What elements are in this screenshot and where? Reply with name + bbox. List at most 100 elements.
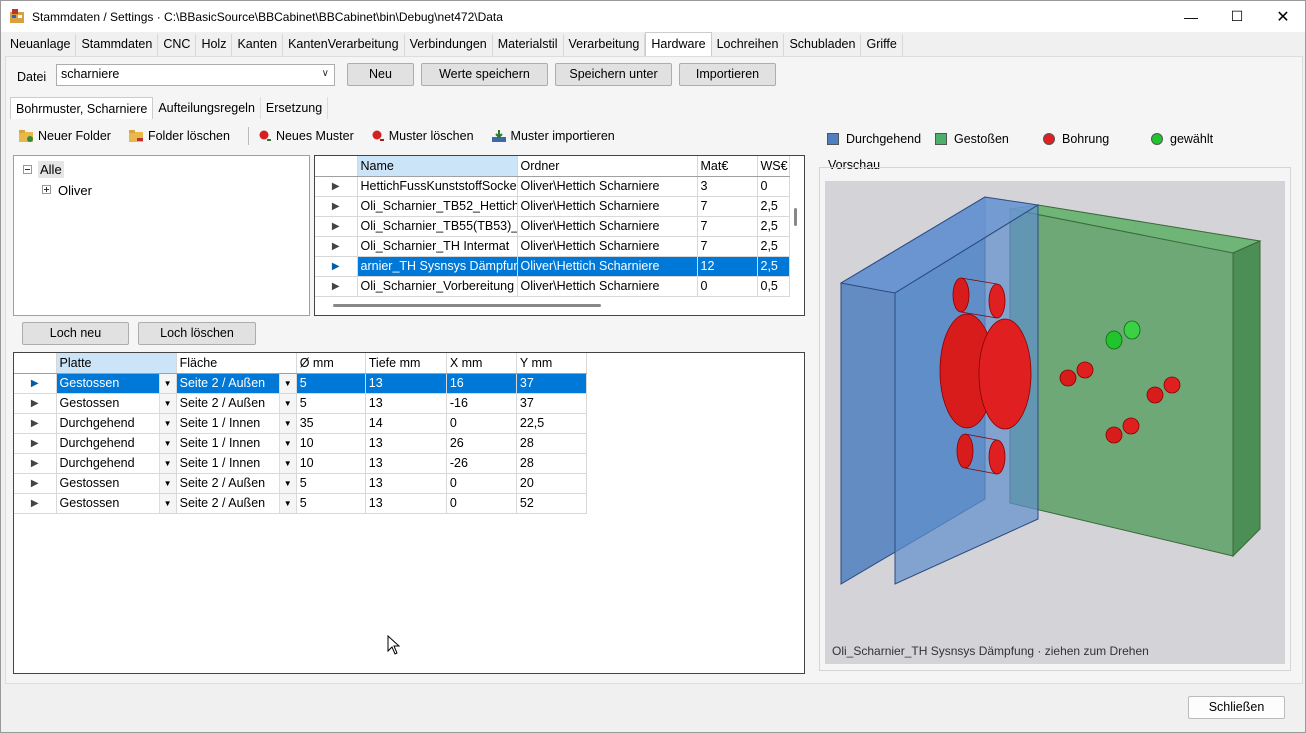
table-row[interactable]: ▶ Gestossen ▼ Seite 2 / Außen ▼ 5 13 -16 37 [14, 393, 588, 414]
table-cell[interactable]: 10 [296, 453, 366, 474]
vertical-scrollbar[interactable] [794, 208, 797, 226]
table-cell[interactable]: 0 [757, 176, 790, 197]
table-cell[interactable]: -16 [446, 393, 517, 414]
column-header[interactable]: Ordner [517, 156, 698, 177]
row-pointer-icon[interactable]: ▶ [315, 176, 358, 197]
tab-materialstil[interactable]: Materialstil [492, 34, 564, 56]
table-cell[interactable]: 5 [296, 373, 366, 394]
table-row[interactable]: ▶ Durchgehend ▼ Seite 1 / Innen ▼ 35 14 0 22,5 [14, 413, 588, 434]
table-cell[interactable]: 7 [697, 216, 758, 237]
row-pointer-icon[interactable]: ▶ [315, 196, 358, 217]
table-cell[interactable]: 5 [296, 473, 366, 494]
row-pointer-icon[interactable]: ▶ [14, 473, 57, 494]
table-cell[interactable]: Oliver\Hettich Scharniere [517, 256, 698, 277]
dropdown-arrow-icon[interactable]: ▼ [278, 493, 296, 512]
table-cell[interactable]: 28 [516, 433, 588, 454]
tab-griffe[interactable]: Griffe [861, 34, 903, 56]
row-pointer-icon[interactable]: ▶ [14, 493, 57, 514]
row-pointer-icon[interactable]: ▶ [14, 393, 57, 414]
dropdown-cell[interactable]: Seite 1 / Innen ▼ [176, 433, 297, 454]
dropdown-arrow-icon[interactable]: ▼ [278, 453, 296, 472]
table-cell[interactable]: 13 [365, 373, 447, 394]
dropdown-cell[interactable]: Durchgehend ▼ [56, 453, 177, 474]
table-row[interactable]: ▶ Oli_Scharnier_TH Intermat Oliver\Hettich… [315, 236, 790, 257]
row-pointer-icon[interactable]: ▶ [14, 433, 57, 454]
folder-loeschen-button[interactable]: Folder löschen [128, 129, 230, 143]
table-cell[interactable]: Oliver\Hettich Scharniere [517, 196, 698, 217]
table-row[interactable]: ▶ Oli_Scharnier_TB52_Hettich Oliver\Hettic… [315, 196, 790, 217]
table-cell[interactable]: 13 [365, 393, 447, 414]
table-cell[interactable]: 12 [697, 256, 758, 277]
row-pointer-icon[interactable]: ▶ [315, 216, 358, 237]
table-row[interactable]: ▶ Durchgehend ▼ Seite 1 / Innen ▼ 10 13 -26 28 [14, 453, 588, 474]
tab-hardware[interactable]: Hardware [645, 32, 712, 56]
table-cell[interactable]: 2,5 [757, 236, 790, 257]
dropdown-arrow-icon[interactable]: ▼ [158, 453, 176, 472]
tab-kanten[interactable]: Kanten [232, 34, 284, 56]
expand-icon[interactable] [42, 185, 52, 195]
werte-speichern-button[interactable]: Werte speichern [421, 63, 548, 86]
neu-button[interactable]: Neu [347, 63, 414, 86]
table-cell[interactable]: 35 [296, 413, 366, 434]
column-header[interactable]: Tiefe mm [365, 353, 447, 374]
table-cell[interactable]: 0 [446, 493, 517, 514]
table-cell[interactable]: 7 [697, 236, 758, 257]
column-header[interactable]: Name [357, 156, 518, 177]
neuer-folder-button[interactable]: Neuer Folder [19, 129, 111, 143]
dropdown-cell[interactable]: Seite 1 / Innen ▼ [176, 453, 297, 474]
dropdown-cell[interactable]: Seite 1 / Innen ▼ [176, 413, 297, 434]
dropdown-arrow-icon[interactable]: ▼ [158, 493, 176, 512]
tab-schubladen[interactable]: Schubladen [784, 34, 862, 56]
importieren-button[interactable]: Importieren [679, 63, 776, 86]
table-cell[interactable]: 37 [516, 373, 588, 394]
table-cell[interactable]: Oliver\Hettich Scharniere [517, 276, 698, 297]
tab-verbindungen[interactable]: Verbindungen [404, 34, 493, 56]
tab-kantenverarbeitung[interactable]: KantenVerarbeitung [283, 34, 405, 56]
speichern-unter-button[interactable]: Speichern unter [555, 63, 672, 86]
dropdown-cell[interactable]: Durchgehend ▼ [56, 413, 177, 434]
dropdown-arrow-icon[interactable]: ▼ [158, 433, 176, 452]
tab-lochreihen[interactable]: Lochreihen [711, 34, 785, 56]
table-cell[interactable]: 13 [365, 493, 447, 514]
table-cell[interactable]: 7 [697, 196, 758, 217]
column-header[interactable]: WS€ [757, 156, 790, 177]
maximize-icon[interactable]: ☐ [1214, 1, 1260, 32]
schliessen-button[interactable]: Schließen [1188, 696, 1285, 719]
table-row[interactable]: ▶ arnier_TH Sysnsys Dämpfung Oliver\Hettic… [315, 256, 790, 277]
dropdown-cell[interactable]: Gestossen ▼ [56, 493, 177, 514]
dropdown-cell[interactable]: Durchgehend ▼ [56, 433, 177, 454]
datei-combobox[interactable]: scharniere ∨ [56, 64, 335, 86]
dropdown-cell[interactable]: Gestossen ▼ [56, 373, 177, 394]
row-pointer-icon[interactable]: ▶ [315, 236, 358, 257]
dropdown-cell[interactable]: Gestossen ▼ [56, 393, 177, 414]
tab-neuanlage[interactable]: Neuanlage [5, 34, 77, 56]
tab-bohrmuster[interactable]: Bohrmuster, Scharniere [10, 97, 154, 119]
column-header[interactable]: Fläche [176, 353, 297, 374]
dropdown-arrow-icon[interactable]: ▼ [158, 413, 176, 432]
table-cell[interactable]: 0 [446, 473, 517, 494]
dropdown-cell[interactable]: Seite 2 / Außen ▼ [176, 493, 297, 514]
table-cell[interactable]: Oli_Scharnier_TB55(TB53)_... [357, 216, 518, 237]
close-icon[interactable]: ✕ [1260, 1, 1306, 32]
table-cell[interactable]: Oli_Scharnier_TH Intermat [357, 236, 518, 257]
table-cell[interactable]: 14 [365, 413, 447, 434]
loch-loeschen-button[interactable]: Loch löschen [138, 322, 256, 345]
tree-node-oliver[interactable]: Oliver [58, 183, 92, 198]
dropdown-arrow-icon[interactable]: ▼ [158, 373, 176, 392]
table-cell[interactable]: 5 [296, 393, 366, 414]
table-cell[interactable]: Oli_Scharnier_TB52_Hettich [357, 196, 518, 217]
table-row[interactable]: ▶ HettichFussKunststoffSockel Oliver\Hetti… [315, 176, 790, 197]
dropdown-cell[interactable]: Seite 2 / Außen ▼ [176, 373, 297, 394]
tab-ersetzung[interactable]: Ersetzung [261, 97, 329, 119]
column-header[interactable]: Mat€ [697, 156, 758, 177]
row-pointer-icon[interactable]: ▶ [315, 256, 358, 277]
table-cell[interactable]: 52 [516, 493, 588, 514]
tab-aufteilungsregeln[interactable]: Aufteilungsregeln [153, 97, 261, 119]
muster-importieren-button[interactable]: Muster importieren [491, 129, 615, 143]
table-row[interactable]: ▶ Gestossen ▼ Seite 2 / Außen ▼ 5 13 0 20 [14, 473, 588, 494]
table-row[interactable]: ▶ Oli_Scharnier_TB55(TB53)_... Oliver\Hett… [315, 216, 790, 237]
row-pointer-icon[interactable]: ▶ [14, 373, 57, 394]
table-row[interactable]: ▶ Gestossen ▼ Seite 2 / Außen ▼ 5 13 0 52 [14, 493, 588, 514]
table-cell[interactable]: 2,5 [757, 256, 790, 277]
table-cell[interactable]: 13 [365, 433, 447, 454]
